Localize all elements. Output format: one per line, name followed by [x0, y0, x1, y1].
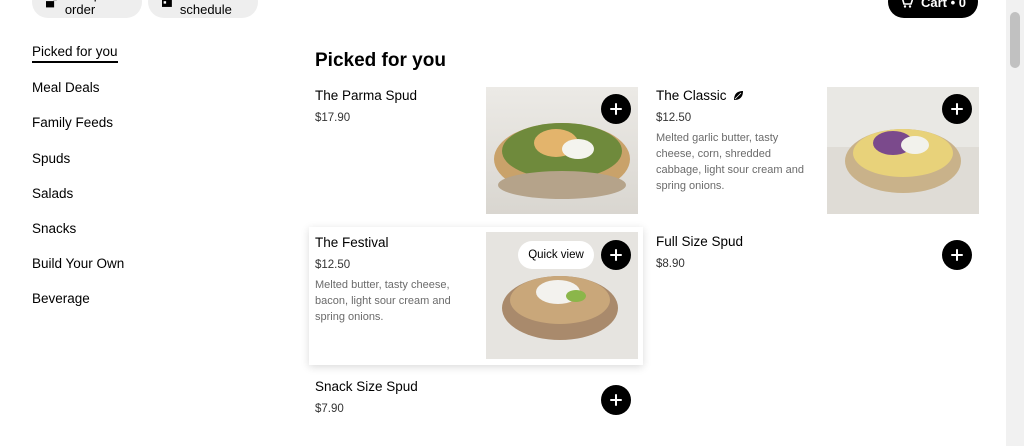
sidebar-item-salads[interactable]: Salads: [32, 177, 252, 212]
item-name: Full Size Spud: [656, 234, 744, 249]
sidebar-item-picked-for-you[interactable]: Picked for you: [32, 36, 252, 71]
item-description: Melted butter, tasty cheese, bacon, ligh…: [315, 279, 451, 323]
item-price: $12.50: [656, 112, 692, 124]
sidebar-item-label: Beverage: [32, 291, 90, 307]
item-price: $17.90: [315, 112, 351, 124]
item-description: Melted garlic butter, tasty cheese, corn…: [656, 132, 804, 192]
edit-schedule-button[interactable]: Edit schedule: [148, 0, 258, 18]
group-icon: [46, 0, 57, 8]
add-item-button[interactable]: [601, 240, 631, 270]
item-name: The Parma Spud: [315, 88, 418, 103]
add-item-button[interactable]: [942, 94, 972, 124]
sidebar-item-snacks[interactable]: Snacks: [32, 212, 252, 247]
sidebar-item-meal-deals[interactable]: Meal Deals: [32, 71, 252, 106]
quick-view-label: Quick view: [528, 249, 584, 261]
page-scrollbar[interactable]: [1006, 0, 1024, 446]
sidebar-item-label: Picked for you: [32, 44, 118, 64]
cart-label: Cart • 0: [920, 0, 966, 10]
menu-item-card[interactable]: Snack Size Spud $7.90: [315, 371, 639, 431]
edit-schedule-label: Edit schedule: [179, 0, 232, 17]
menu-item-card[interactable]: Full Size Spud $8.90: [656, 226, 980, 286]
item-name: The Festival: [315, 235, 389, 250]
sidebar-item-family-feeds[interactable]: Family Feeds: [32, 106, 252, 141]
group-order-button[interactable]: Group order: [32, 0, 142, 18]
calendar-icon: [162, 0, 172, 7]
category-sidebar: Picked for you Meal Deals Family Feeds S…: [32, 36, 252, 318]
item-price: $12.50: [315, 259, 351, 271]
sidebar-item-label: Build Your Own: [32, 256, 125, 272]
sidebar-item-label: Salads: [32, 185, 74, 201]
sidebar-item-label: Spuds: [32, 150, 71, 166]
add-item-button[interactable]: [601, 94, 631, 124]
item-name: Snack Size Spud: [315, 379, 418, 394]
item-name-text: The Classic: [656, 88, 727, 103]
leaf-icon: [734, 91, 744, 100]
sidebar-item-label: Family Feeds: [32, 115, 114, 131]
cart-icon: [902, 0, 913, 8]
add-item-button[interactable]: [601, 385, 631, 415]
quick-view-button[interactable]: Quick view: [518, 241, 594, 269]
cart-button[interactable]: Cart • 0: [887, 0, 978, 18]
sidebar-item-build-your-own[interactable]: Build Your Own: [32, 247, 252, 282]
item-price: $8.90: [656, 258, 685, 270]
item-name: The Classic: [656, 88, 816, 103]
sidebar-item-label: Meal Deals: [32, 80, 100, 96]
section-title: Picked for you: [315, 50, 446, 71]
sidebar-item-spuds[interactable]: Spuds: [32, 142, 252, 177]
item-price: $7.90: [315, 403, 344, 415]
scrollbar-thumb[interactable]: [1010, 12, 1020, 68]
top-toolbar: Group order Edit schedule Cart • 0: [0, 0, 1006, 22]
sidebar-item-label: Snacks: [32, 221, 77, 237]
group-order-label: Group order: [64, 0, 101, 17]
add-item-button[interactable]: [942, 240, 972, 270]
sidebar-item-beverage[interactable]: Beverage: [32, 282, 252, 317]
